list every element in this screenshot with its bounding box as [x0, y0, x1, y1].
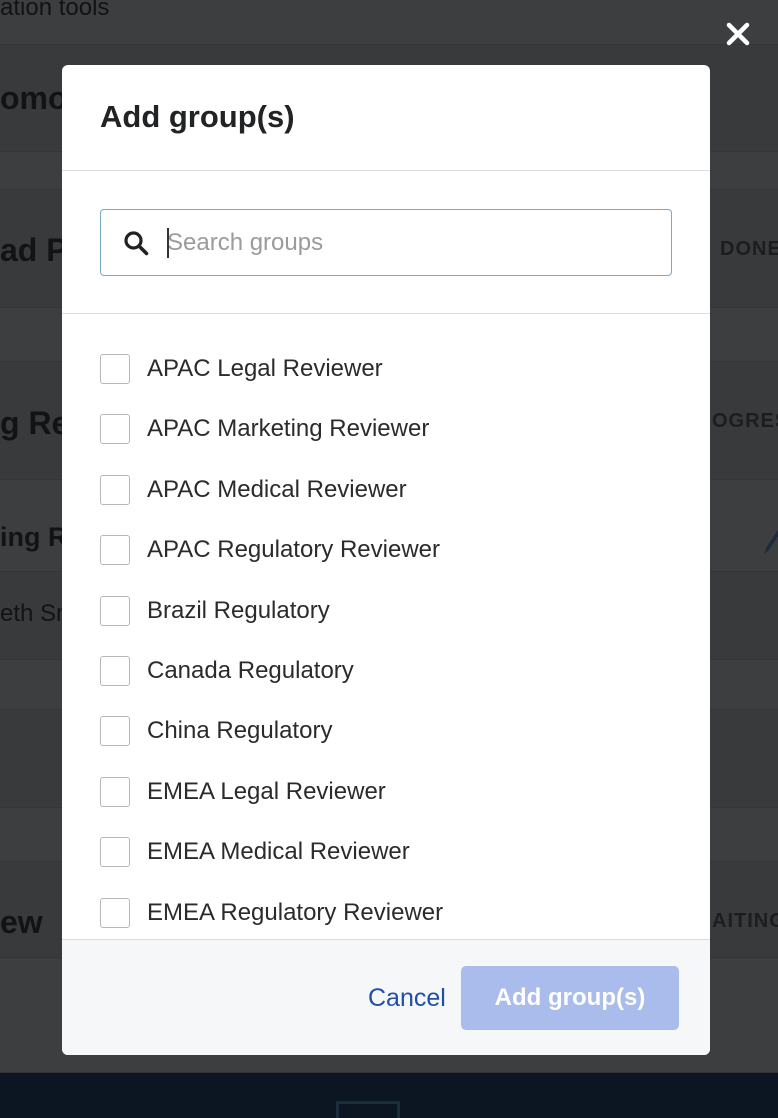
group-checkbox[interactable]: [100, 897, 130, 928]
group-checkbox[interactable]: [100, 655, 130, 686]
group-item[interactable]: Canada Regulatory: [62, 655, 710, 716]
bg-footer-icon: [336, 1101, 400, 1118]
search-box[interactable]: [100, 209, 672, 276]
bg-text: ation tools: [0, 0, 110, 21]
modal-title: Add group(s): [100, 99, 295, 134]
group-label: EMEA Medical Reviewer: [147, 838, 410, 866]
group-checkbox[interactable]: [100, 354, 130, 384]
group-label: EMEA Legal Reviewer: [147, 777, 386, 805]
group-item[interactable]: APAC Medical Reviewer: [62, 474, 710, 535]
group-item[interactable]: APAC Marketing Reviewer: [62, 414, 710, 474]
group-checkbox[interactable]: [100, 535, 130, 566]
group-label: Canada Regulatory: [147, 656, 354, 684]
group-checkbox[interactable]: [100, 595, 130, 626]
group-item[interactable]: EMEA Regulatory Reviewer: [62, 897, 710, 940]
group-checkbox[interactable]: [100, 474, 130, 505]
add-groups-button[interactable]: Add group(s): [461, 966, 679, 1030]
pencil-icon: [764, 530, 778, 554]
group-item[interactable]: Brazil Regulatory: [62, 595, 710, 656]
add-groups-modal: Add group(s) APAC Legal Reviewer APAC Ma…: [62, 65, 710, 1055]
close-icon[interactable]: [724, 20, 752, 48]
bg-status: DONE: [720, 238, 778, 260]
group-list[interactable]: APAC Legal Reviewer APAC Marketing Revie…: [62, 314, 710, 940]
modal-header: Add group(s): [62, 65, 710, 171]
search-icon: [124, 231, 149, 256]
group-label: Brazil Regulatory: [147, 596, 330, 624]
bg-text: ew: [0, 904, 43, 940]
bg-row: [0, 0, 778, 45]
group-item[interactable]: APAC Regulatory Reviewer: [62, 535, 710, 595]
group-label: APAC Medical Reviewer: [147, 475, 407, 503]
group-item[interactable]: APAC Legal Reviewer: [62, 354, 710, 414]
group-label: APAC Marketing Reviewer: [147, 415, 430, 443]
cancel-button[interactable]: Cancel: [368, 984, 446, 1013]
group-label: China Regulatory: [147, 717, 333, 745]
group-label: APAC Regulatory Reviewer: [147, 536, 441, 564]
group-item[interactable]: EMEA Medical Reviewer: [62, 837, 710, 897]
search-area: [62, 171, 710, 314]
group-checkbox[interactable]: [100, 716, 130, 747]
search-input[interactable]: [167, 220, 657, 266]
group-checkbox[interactable]: [100, 414, 130, 445]
group-checkbox[interactable]: [100, 776, 130, 807]
group-label: EMEA Regulatory Reviewer: [147, 898, 444, 926]
modal-footer: Cancel Add group(s): [62, 939, 710, 1055]
group-item[interactable]: EMEA Legal Reviewer: [62, 776, 710, 837]
text-caret: [167, 228, 169, 258]
group-label: APAC Legal Reviewer: [147, 355, 383, 382]
bg-status: OGRESS: [712, 410, 778, 432]
bg-status: AITING: [712, 910, 778, 932]
group-item[interactable]: China Regulatory: [62, 716, 710, 776]
group-checkbox[interactable]: [100, 837, 130, 868]
